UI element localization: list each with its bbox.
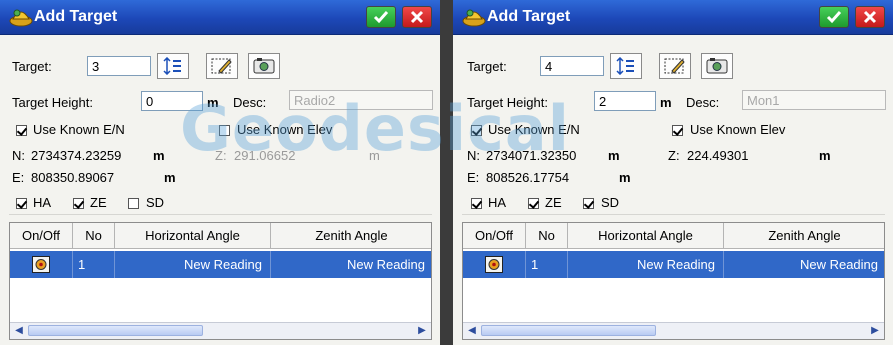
list-button[interactable] [157,53,189,79]
ha-label: HA [33,195,52,210]
column-header-onoff[interactable]: On/Off [463,223,526,249]
table-row[interactable]: 1 New Reading New Reading [10,251,431,278]
scroll-left-icon[interactable]: ◀ [465,324,479,338]
z-unit: m [819,148,831,163]
target-toggle-icon[interactable] [485,256,503,273]
edit-icon [664,58,685,74]
divider [462,214,885,215]
target-label: Target: [12,59,52,74]
watermark: Geodesical [180,92,570,165]
camera-icon [253,58,275,74]
z-label: Z: [668,148,680,163]
close-x-icon [410,10,424,24]
ok-check-icon [373,11,389,24]
no-cell: 1 [526,251,568,278]
n-unit: m [608,148,620,163]
ok-check-icon [826,11,842,24]
sd-label: SD [601,195,620,210]
scroll-left-icon[interactable]: ◀ [12,324,26,338]
ok-button[interactable] [819,6,849,28]
ha-checkbox[interactable] [16,198,27,209]
column-header-no[interactable]: No [73,223,115,249]
edit-icon [211,58,232,74]
ze-checkbox[interactable] [73,198,84,209]
list-icon [616,57,634,75]
desc-label: Desc: [686,95,720,110]
title-bar: Add Target [0,0,440,35]
close-button[interactable] [402,6,432,28]
list-icon [163,57,181,75]
column-header-zenith-angle[interactable]: Zenith Angle [271,223,431,249]
z-value: 224.49301 [687,148,749,163]
dialog-title: Add Target [34,8,118,25]
scroll-thumb[interactable] [481,325,656,336]
table-row[interactable]: 1 New Reading New Reading [463,251,884,278]
ha-label: HA [488,195,507,210]
column-header-horizontal-angle[interactable]: Horizontal Angle [568,223,724,249]
target-height-input[interactable]: 2 [594,91,656,111]
scroll-right-icon[interactable]: ▶ [415,324,429,338]
sd-checkbox[interactable] [128,198,139,209]
use-known-en-checkbox[interactable] [16,125,27,136]
ha-checkbox[interactable] [471,198,482,209]
dialog-title: Add Target [487,8,571,25]
horizontal-angle-cell[interactable]: New Reading [568,251,724,278]
zenith-angle-cell[interactable]: New Reading [271,251,431,278]
n-label: N: [12,148,25,163]
add-target-dialog-left: Add Target Target: 3 Target Height: 0 m … [0,0,440,345]
camera-button[interactable] [701,53,733,79]
e-value: 808526.17754 [486,170,570,185]
scroll-right-icon[interactable]: ▶ [868,324,882,338]
app-icon [462,9,486,27]
no-cell: 1 [73,251,115,278]
readings-table: On/Off No Horizontal Angle Zenith Angle … [9,222,432,340]
height-unit: m [660,95,672,110]
edit-button[interactable] [206,53,238,79]
target-input[interactable]: 3 [87,56,151,76]
ze-label: ZE [545,195,562,210]
target-input[interactable]: 4 [540,56,604,76]
zenith-angle-cell[interactable]: New Reading [724,251,884,278]
use-known-elev-label: Use Known Elev [690,122,786,137]
close-button[interactable] [855,6,885,28]
onoff-cell[interactable] [10,251,73,278]
e-unit: m [619,170,631,185]
n-value: 2734374.23259 [31,148,122,163]
list-button[interactable] [610,53,642,79]
camera-icon [706,58,728,74]
horizontal-scrollbar[interactable]: ◀ ▶ [463,322,884,339]
target-label: Target: [467,59,507,74]
use-known-elev-checkbox[interactable] [672,125,683,136]
divider [9,214,432,215]
ze-label: ZE [90,195,107,210]
column-header-no[interactable]: No [526,223,568,249]
e-label: E: [467,170,480,185]
column-header-horizontal-angle[interactable]: Horizontal Angle [115,223,271,249]
use-known-en-label: Use Known E/N [33,122,125,137]
horizontal-angle-cell[interactable]: New Reading [115,251,271,278]
target-toggle-icon[interactable] [32,256,50,273]
sd-label: SD [146,195,165,210]
scroll-thumb[interactable] [28,325,203,336]
column-header-onoff[interactable]: On/Off [10,223,73,249]
close-x-icon [863,10,877,24]
ok-button[interactable] [366,6,396,28]
horizontal-scrollbar[interactable]: ◀ ▶ [10,322,431,339]
camera-button[interactable] [248,53,280,79]
desc-input[interactable]: Mon1 [742,90,886,110]
add-target-dialog-right: Add Target Target: 4 Target Height: 2 m … [453,0,893,345]
ze-checkbox[interactable] [528,198,539,209]
readings-table: On/Off No Horizontal Angle Zenith Angle … [462,222,885,340]
e-value: 808350.89067 [31,170,115,185]
sd-checkbox[interactable] [583,198,594,209]
target-height-label: Target Height: [12,95,93,110]
title-bar: Add Target [453,0,893,35]
column-header-zenith-angle[interactable]: Zenith Angle [724,223,884,249]
onoff-cell[interactable] [463,251,526,278]
n-unit: m [153,148,165,163]
app-icon [9,9,33,27]
edit-button[interactable] [659,53,691,79]
e-unit: m [164,170,176,185]
e-label: E: [12,170,25,185]
